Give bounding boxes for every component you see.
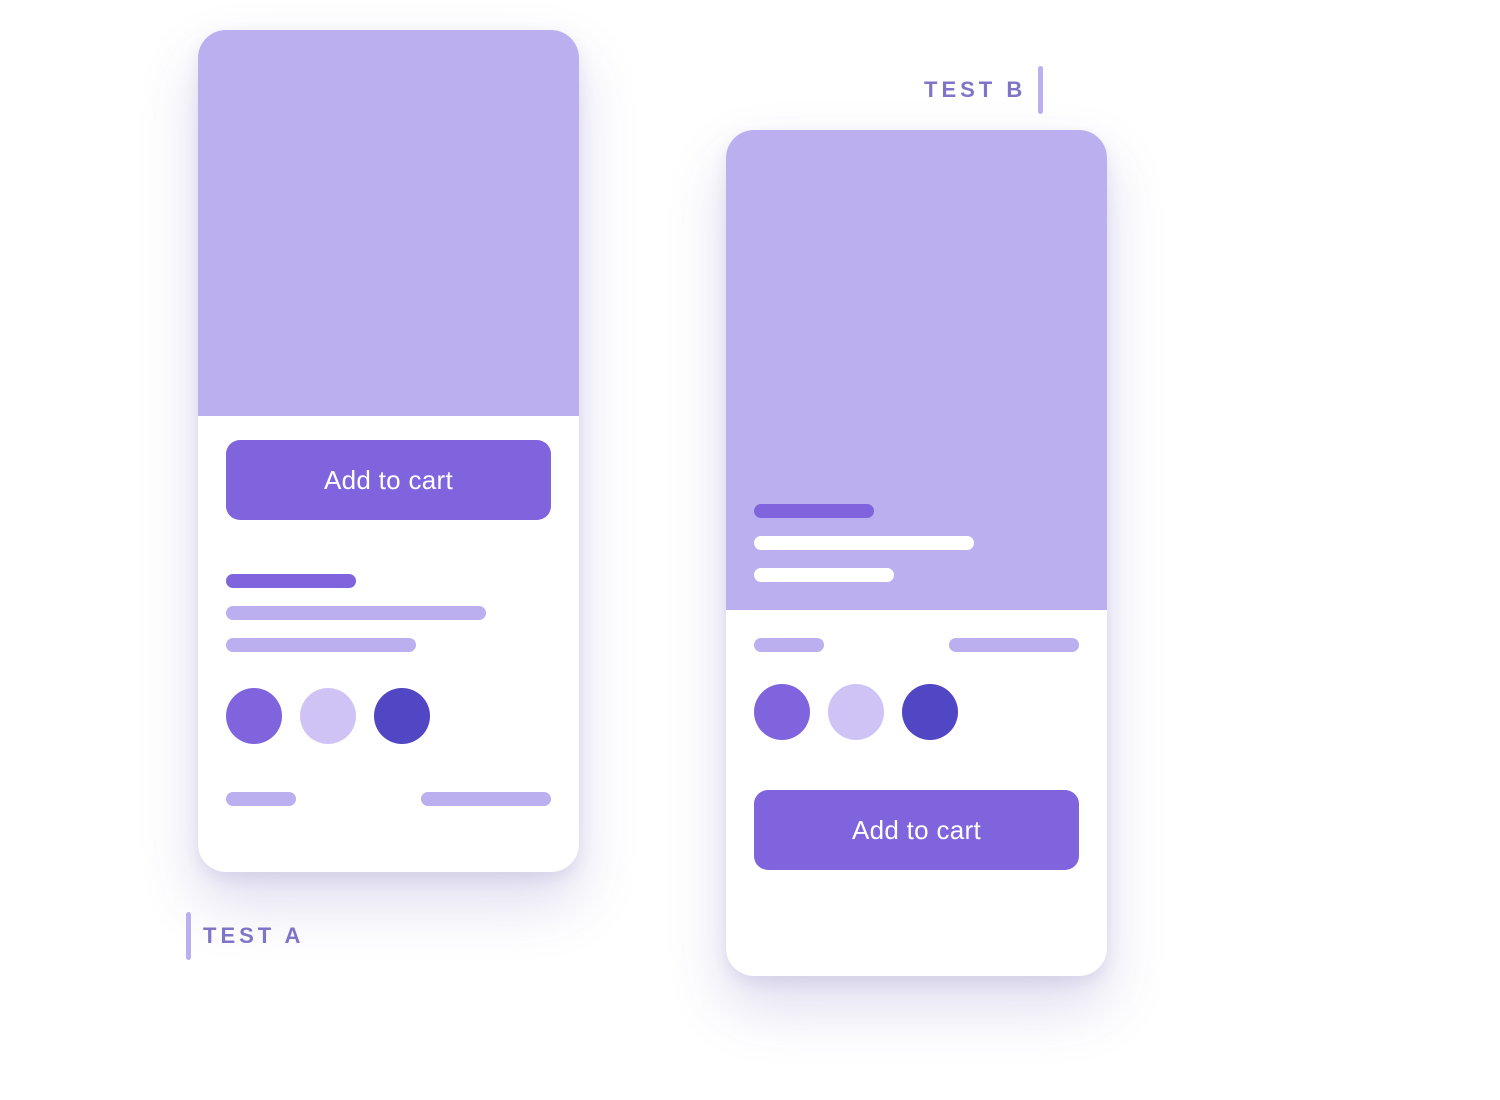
color-swatch[interactable] [828, 684, 884, 740]
color-swatch[interactable] [226, 688, 282, 744]
color-swatch[interactable] [902, 684, 958, 740]
placeholder-line [949, 638, 1079, 652]
add-to-cart-button[interactable]: Add to cart [226, 440, 551, 520]
label-test-a: TEST A [186, 912, 304, 960]
placeholder-line [226, 792, 296, 806]
ab-test-diagram: Add to cart TEST A TEST B [0, 0, 1500, 1100]
color-swatches [226, 688, 551, 744]
placeholder-line [226, 638, 416, 652]
add-to-cart-button[interactable]: Add to cart [754, 790, 1079, 870]
placeholder-line [754, 638, 824, 652]
label-text: TEST A [203, 923, 304, 949]
label-text: TEST B [924, 77, 1026, 103]
card-test-a: Add to cart [198, 30, 579, 872]
color-swatch[interactable] [754, 684, 810, 740]
label-test-b: TEST B [924, 66, 1043, 114]
color-swatches [754, 684, 1079, 740]
placeholder-heading [754, 504, 874, 518]
label-rule [1038, 66, 1043, 114]
placeholder-line [226, 606, 486, 620]
placeholder-line [754, 536, 974, 550]
hero-placeholder [726, 130, 1107, 610]
color-swatch[interactable] [300, 688, 356, 744]
placeholder-line [421, 792, 551, 806]
card-test-b: Add to cart [726, 130, 1107, 976]
color-swatch[interactable] [374, 688, 430, 744]
label-rule [186, 912, 191, 960]
meta-row [226, 792, 551, 806]
text-placeholder-block [754, 504, 974, 582]
meta-row [754, 638, 1079, 652]
placeholder-heading [226, 574, 356, 588]
placeholder-line [754, 568, 894, 582]
text-placeholder-block [226, 574, 551, 652]
hero-placeholder [198, 30, 579, 416]
